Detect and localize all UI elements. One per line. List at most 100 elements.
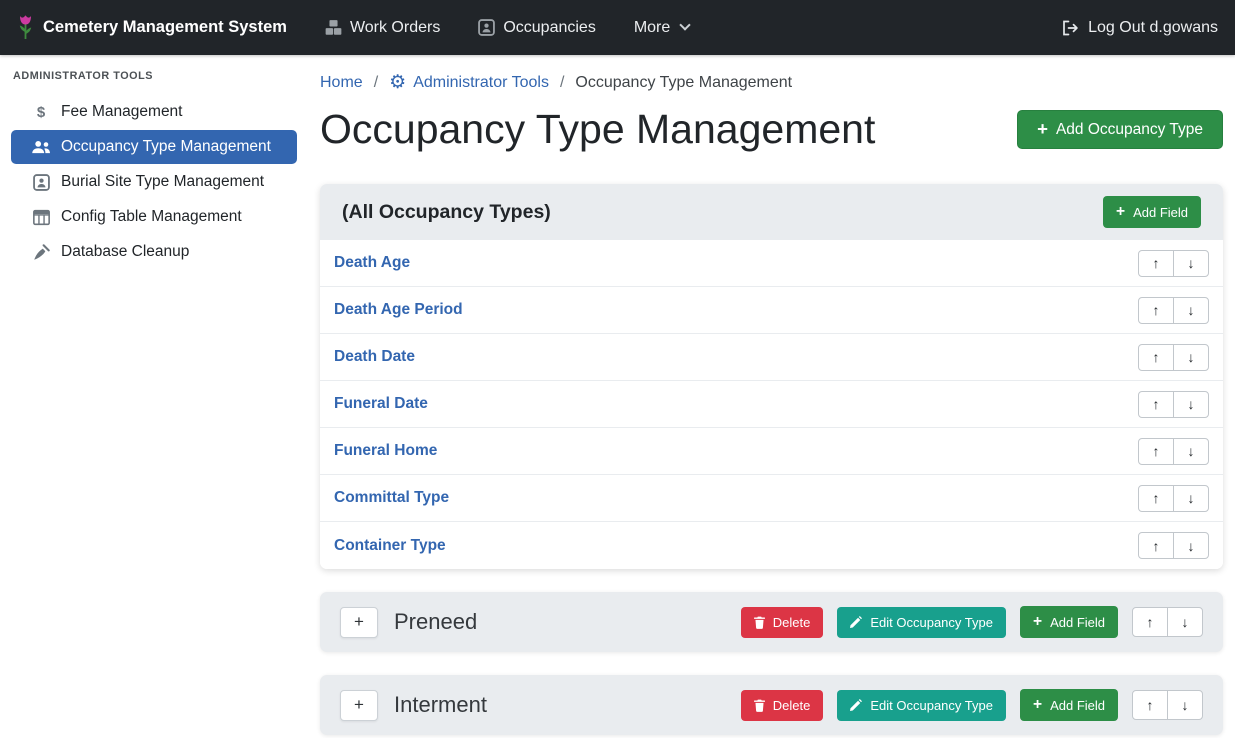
move-up-button[interactable]: ↑ xyxy=(1138,438,1174,465)
all-occupancy-types-card: (All Occupancy Types) + Add Field Death … xyxy=(320,184,1223,569)
table-icon xyxy=(30,209,52,226)
dollar-icon: $ xyxy=(30,104,52,121)
plus-icon: + xyxy=(1037,120,1048,139)
page-title: Occupancy Type Management xyxy=(320,105,875,154)
sidebar-item-fee-management[interactable]: $ Fee Management xyxy=(11,95,297,129)
gear-icon: ⚙ xyxy=(389,73,406,92)
section-title: Preneed xyxy=(394,609,741,635)
edit-occupancy-type-button[interactable]: Edit Occupancy Type xyxy=(837,607,1006,638)
move-up-button[interactable]: ↑ xyxy=(1138,250,1174,277)
add-field-button[interactable]: + Add Field xyxy=(1020,606,1118,638)
breadcrumb: Home / ⚙ Administrator Tools / Occupancy… xyxy=(320,73,1223,92)
app-title: Cemetery Management System xyxy=(43,18,287,37)
nav-more-label: More xyxy=(634,19,670,37)
sidebar-item-label: Burial Site Type Management xyxy=(61,173,264,191)
move-down-button[interactable]: ↓ xyxy=(1167,690,1203,720)
field-row: Death Age ↑ ↓ xyxy=(320,240,1223,287)
sidebar-item-config-table-management[interactable]: Config Table Management xyxy=(11,200,297,234)
field-link[interactable]: Container Type xyxy=(334,537,446,555)
broom-icon xyxy=(30,244,52,261)
delete-button[interactable]: Delete xyxy=(741,607,824,638)
reorder-buttons: ↑ ↓ xyxy=(1138,250,1209,277)
sidebar-item-burial-site-type-management[interactable]: Burial Site Type Management xyxy=(11,165,297,199)
burial-site-icon xyxy=(30,174,52,191)
logout-button[interactable]: Log Out d.gowans xyxy=(1061,19,1218,37)
plus-icon: + xyxy=(1116,204,1125,220)
nav-occupancies[interactable]: Occupancies xyxy=(478,19,596,37)
add-field-label: Add Field xyxy=(1050,615,1105,630)
sidebar-item-label: Fee Management xyxy=(61,103,183,121)
field-row: Death Date ↑ ↓ xyxy=(320,334,1223,381)
move-down-button[interactable]: ↓ xyxy=(1173,391,1209,418)
section-actions: Delete Edit Occupancy Type + Add Field ↑… xyxy=(741,606,1203,638)
move-down-button[interactable]: ↓ xyxy=(1173,344,1209,371)
move-up-button[interactable]: ↑ xyxy=(1138,297,1174,324)
users-icon xyxy=(30,139,52,155)
section-interment: + Interment Delete Edit Occupancy Type + xyxy=(320,675,1223,735)
delete-label: Delete xyxy=(773,615,811,630)
field-link[interactable]: Death Age xyxy=(334,254,410,272)
breadcrumb-admin-tools[interactable]: ⚙ Administrator Tools xyxy=(389,73,549,92)
move-up-button[interactable]: ↑ xyxy=(1132,607,1168,637)
move-up-button[interactable]: ↑ xyxy=(1132,690,1168,720)
nav-work-orders[interactable]: Work Orders xyxy=(325,19,440,37)
section-preneed: + Preneed Delete Edit Occupancy Type + xyxy=(320,592,1223,652)
plus-icon: + xyxy=(1033,697,1042,713)
reorder-buttons: ↑ ↓ xyxy=(1138,344,1209,371)
sidebar-item-occupancy-type-management[interactable]: Occupancy Type Management xyxy=(11,130,297,164)
sidebar: Administrator Tools $ Fee Management Occ… xyxy=(0,55,308,738)
move-up-button[interactable]: ↑ xyxy=(1138,485,1174,512)
edit-label: Edit Occupancy Type xyxy=(870,698,993,713)
breadcrumb-home[interactable]: Home xyxy=(320,74,363,92)
add-field-label: Add Field xyxy=(1133,205,1188,220)
add-occupancy-type-label: Add Occupancy Type xyxy=(1056,121,1203,139)
field-row: Funeral Date ↑ ↓ xyxy=(320,381,1223,428)
nav-work-orders-label: Work Orders xyxy=(350,19,440,37)
field-row: Funeral Home ↑ ↓ xyxy=(320,428,1223,475)
app-brand[interactable]: Cemetery Management System xyxy=(17,14,287,41)
logout-icon xyxy=(1061,20,1079,36)
breadcrumb-admin-tools-label: Administrator Tools xyxy=(413,74,549,92)
expand-button[interactable]: + xyxy=(340,607,378,638)
trash-icon xyxy=(754,616,765,629)
reorder-buttons: ↑ ↓ xyxy=(1132,690,1203,720)
field-row: Committal Type ↑ ↓ xyxy=(320,475,1223,522)
breadcrumb-current: Occupancy Type Management xyxy=(575,74,792,92)
move-down-button[interactable]: ↓ xyxy=(1167,607,1203,637)
move-down-button[interactable]: ↓ xyxy=(1173,438,1209,465)
sidebar-item-label: Database Cleanup xyxy=(61,243,189,261)
field-row: Container Type ↑ ↓ xyxy=(320,522,1223,569)
add-field-label: Add Field xyxy=(1050,698,1105,713)
trash-icon xyxy=(754,699,765,712)
move-up-button[interactable]: ↑ xyxy=(1138,391,1174,418)
card-header: (All Occupancy Types) + Add Field xyxy=(320,184,1223,240)
add-field-button[interactable]: + Add Field xyxy=(1020,689,1118,721)
field-link[interactable]: Death Age Period xyxy=(334,301,463,319)
sidebar-item-database-cleanup[interactable]: Database Cleanup xyxy=(11,235,297,269)
nav-more[interactable]: More xyxy=(634,19,689,37)
delete-button[interactable]: Delete xyxy=(741,690,824,721)
reorder-buttons: ↑ ↓ xyxy=(1138,438,1209,465)
move-down-button[interactable]: ↓ xyxy=(1173,532,1209,559)
reorder-buttons: ↑ ↓ xyxy=(1132,607,1203,637)
logout-label: Log Out d.gowans xyxy=(1088,19,1218,37)
move-up-button[interactable]: ↑ xyxy=(1138,344,1174,371)
top-navbar: Cemetery Management System Work Orders O… xyxy=(0,0,1235,55)
delete-label: Delete xyxy=(773,698,811,713)
field-link[interactable]: Death Date xyxy=(334,348,415,366)
add-occupancy-type-button[interactable]: + Add Occupancy Type xyxy=(1017,110,1223,149)
field-link[interactable]: Funeral Home xyxy=(334,442,437,460)
move-down-button[interactable]: ↓ xyxy=(1173,485,1209,512)
move-down-button[interactable]: ↓ xyxy=(1173,250,1209,277)
add-field-button[interactable]: + Add Field xyxy=(1103,196,1201,228)
move-down-button[interactable]: ↓ xyxy=(1173,297,1209,324)
plus-icon: + xyxy=(1033,614,1042,630)
field-link[interactable]: Funeral Date xyxy=(334,395,428,413)
main-content: Home / ⚙ Administrator Tools / Occupancy… xyxy=(308,55,1235,738)
occupancies-icon xyxy=(478,19,495,36)
move-up-button[interactable]: ↑ xyxy=(1138,532,1174,559)
expand-button[interactable]: + xyxy=(340,690,378,721)
field-row: Death Age Period ↑ ↓ xyxy=(320,287,1223,334)
field-link[interactable]: Committal Type xyxy=(334,489,449,507)
edit-occupancy-type-button[interactable]: Edit Occupancy Type xyxy=(837,690,1006,721)
